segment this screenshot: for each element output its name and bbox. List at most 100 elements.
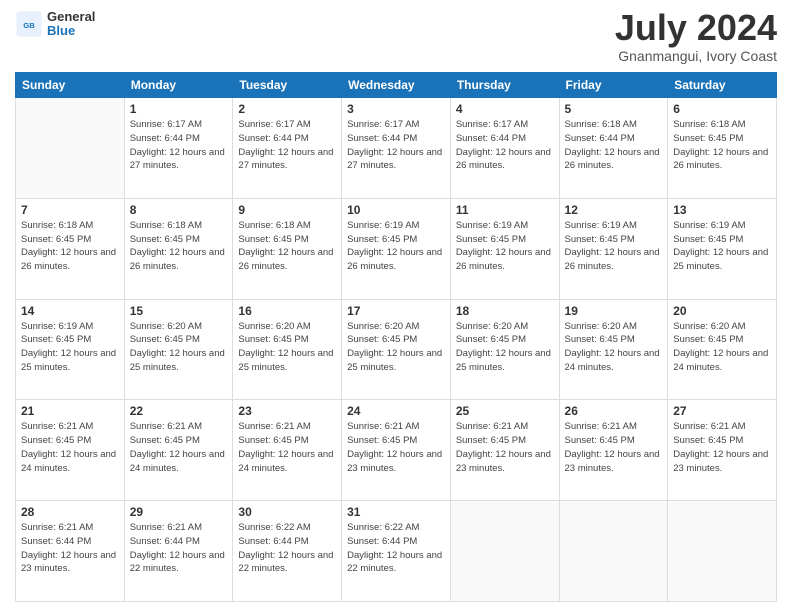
day-number: 1 [130, 102, 228, 116]
day-number: 21 [21, 404, 119, 418]
day-info: Sunrise: 6:21 AMSunset: 6:45 PMDaylight:… [565, 420, 663, 475]
calendar-cell: 12Sunrise: 6:19 AMSunset: 6:45 PMDayligh… [559, 198, 668, 299]
day-info: Sunrise: 6:19 AMSunset: 6:45 PMDaylight:… [456, 219, 554, 274]
day-number: 10 [347, 203, 445, 217]
day-info: Sunrise: 6:21 AMSunset: 6:45 PMDaylight:… [238, 420, 336, 475]
day-number: 7 [21, 203, 119, 217]
calendar-cell: 14 Sunrise: 6:19 AMSunset: 6:45 PMDayligh… [16, 299, 125, 400]
calendar-day-header: Thursday [450, 73, 559, 98]
day-info: Sunrise: 6:21 AMSunset: 6:44 PMDaylight:… [21, 521, 119, 576]
calendar-day-header: Monday [124, 73, 233, 98]
calendar-day-header: Sunday [16, 73, 125, 98]
calendar-cell: 20Sunrise: 6:20 AMSunset: 6:45 PMDayligh… [668, 299, 777, 400]
month-title: July 2024 [615, 10, 777, 46]
day-number: 9 [238, 203, 336, 217]
calendar-cell: 7 Sunrise: 6:18 AMSunset: 6:45 PMDaylight… [16, 198, 125, 299]
day-info: Sunrise: 6:18 AMSunset: 6:45 PMDaylight:… [130, 219, 228, 274]
day-number: 19 [565, 304, 663, 318]
day-number: 11 [456, 203, 554, 217]
calendar-cell: 23Sunrise: 6:21 AMSunset: 6:45 PMDayligh… [233, 400, 342, 501]
day-info: Sunrise: 6:18 AMSunset: 6:45 PMDaylight:… [238, 219, 336, 274]
page: GB General Blue July 2024 Gnanmangui, Iv… [0, 0, 792, 612]
day-info: Sunrise: 6:21 AMSunset: 6:45 PMDaylight:… [456, 420, 554, 475]
day-info: Sunrise: 6:21 AMSunset: 6:45 PMDaylight:… [347, 420, 445, 475]
day-number: 25 [456, 404, 554, 418]
day-number: 14 [21, 304, 119, 318]
day-number: 5 [565, 102, 663, 116]
day-number: 4 [456, 102, 554, 116]
calendar-day-header: Wednesday [342, 73, 451, 98]
day-number: 20 [673, 304, 771, 318]
day-number: 3 [347, 102, 445, 116]
logo-icon: GB [15, 10, 43, 38]
calendar-cell: 28Sunrise: 6:21 AMSunset: 6:44 PMDayligh… [16, 501, 125, 602]
calendar-cell: 13Sunrise: 6:19 AMSunset: 6:45 PMDayligh… [668, 198, 777, 299]
calendar-cell: 6Sunrise: 6:18 AMSunset: 6:45 PMDaylight… [668, 98, 777, 199]
day-info: Sunrise: 6:20 AMSunset: 6:45 PMDaylight:… [565, 320, 663, 375]
day-number: 30 [238, 505, 336, 519]
calendar-cell: 27 Sunrise: 6:21 AMSunset: 6:45 PMDayligh… [668, 400, 777, 501]
calendar-cell: 15Sunrise: 6:20 AMSunset: 6:45 PMDayligh… [124, 299, 233, 400]
logo-general: General [47, 10, 95, 24]
calendar-cell [16, 98, 125, 199]
calendar-cell: 4 Sunrise: 6:17 AMSunset: 6:44 PMDaylight… [450, 98, 559, 199]
calendar-day-header: Friday [559, 73, 668, 98]
day-number: 27 [673, 404, 771, 418]
calendar-day-header: Saturday [668, 73, 777, 98]
calendar-week-row: 28Sunrise: 6:21 AMSunset: 6:44 PMDayligh… [16, 501, 777, 602]
day-info: Sunrise: 6:17 AMSunset: 6:44 PMDaylight:… [130, 118, 228, 173]
calendar-cell [559, 501, 668, 602]
day-number: 6 [673, 102, 771, 116]
calendar-cell: 10 Sunrise: 6:19 AMSunset: 6:45 PMDayligh… [342, 198, 451, 299]
day-info: Sunrise: 6:19 AMSunset: 6:45 PMDaylight:… [565, 219, 663, 274]
calendar-cell: 30 Sunrise: 6:22 AMSunset: 6:44 PMDayligh… [233, 501, 342, 602]
calendar-cell: 9 Sunrise: 6:18 AMSunset: 6:45 PMDaylight… [233, 198, 342, 299]
day-number: 24 [347, 404, 445, 418]
calendar-cell: 5 Sunrise: 6:18 AMSunset: 6:44 PMDaylight… [559, 98, 668, 199]
day-info: Sunrise: 6:17 AMSunset: 6:44 PMDaylight:… [238, 118, 336, 173]
calendar-cell: 3Sunrise: 6:17 AMSunset: 6:44 PMDaylight… [342, 98, 451, 199]
calendar-header-row: SundayMondayTuesdayWednesdayThursdayFrid… [16, 73, 777, 98]
day-info: Sunrise: 6:17 AMSunset: 6:44 PMDaylight:… [456, 118, 554, 173]
day-info: Sunrise: 6:20 AMSunset: 6:45 PMDaylight:… [238, 320, 336, 375]
day-info: Sunrise: 6:19 AMSunset: 6:45 PMDaylight:… [347, 219, 445, 274]
calendar-cell: 17 Sunrise: 6:20 AMSunset: 6:45 PMDayligh… [342, 299, 451, 400]
calendar-cell: 25 Sunrise: 6:21 AMSunset: 6:45 PMDayligh… [450, 400, 559, 501]
day-info: Sunrise: 6:19 AMSunset: 6:45 PMDaylight:… [21, 320, 119, 375]
calendar-cell: 24 Sunrise: 6:21 AMSunset: 6:45 PMDayligh… [342, 400, 451, 501]
day-info: Sunrise: 6:20 AMSunset: 6:45 PMDaylight:… [456, 320, 554, 375]
calendar-cell: 31 Sunrise: 6:22 AMSunset: 6:44 PMDayligh… [342, 501, 451, 602]
calendar-table: SundayMondayTuesdayWednesdayThursdayFrid… [15, 72, 777, 602]
day-number: 31 [347, 505, 445, 519]
day-info: Sunrise: 6:19 AMSunset: 6:45 PMDaylight:… [673, 219, 771, 274]
title-section: July 2024 Gnanmangui, Ivory Coast [615, 10, 777, 64]
calendar-week-row: 14 Sunrise: 6:19 AMSunset: 6:45 PMDayligh… [16, 299, 777, 400]
day-info: Sunrise: 6:22 AMSunset: 6:44 PMDaylight:… [238, 521, 336, 576]
day-number: 17 [347, 304, 445, 318]
calendar-cell [450, 501, 559, 602]
calendar-week-row: 7 Sunrise: 6:18 AMSunset: 6:45 PMDaylight… [16, 198, 777, 299]
header: GB General Blue July 2024 Gnanmangui, Iv… [15, 10, 777, 64]
day-info: Sunrise: 6:21 AMSunset: 6:44 PMDaylight:… [130, 521, 228, 576]
day-info: Sunrise: 6:18 AMSunset: 6:44 PMDaylight:… [565, 118, 663, 173]
calendar-cell: 2Sunrise: 6:17 AMSunset: 6:44 PMDaylight… [233, 98, 342, 199]
calendar-cell [668, 501, 777, 602]
day-number: 18 [456, 304, 554, 318]
calendar-cell: 18 Sunrise: 6:20 AMSunset: 6:45 PMDayligh… [450, 299, 559, 400]
calendar-cell: 19 Sunrise: 6:20 AMSunset: 6:45 PMDayligh… [559, 299, 668, 400]
day-info: Sunrise: 6:22 AMSunset: 6:44 PMDaylight:… [347, 521, 445, 576]
day-number: 8 [130, 203, 228, 217]
logo-text: General Blue [47, 10, 95, 39]
calendar-cell: 8 Sunrise: 6:18 AMSunset: 6:45 PMDaylight… [124, 198, 233, 299]
calendar-cell: 26 Sunrise: 6:21 AMSunset: 6:45 PMDayligh… [559, 400, 668, 501]
calendar-week-row: 21 Sunrise: 6:21 AMSunset: 6:45 PMDayligh… [16, 400, 777, 501]
location-subtitle: Gnanmangui, Ivory Coast [615, 48, 777, 64]
day-info: Sunrise: 6:20 AMSunset: 6:45 PMDaylight:… [347, 320, 445, 375]
day-info: Sunrise: 6:21 AMSunset: 6:45 PMDaylight:… [21, 420, 119, 475]
day-number: 26 [565, 404, 663, 418]
logo-blue: Blue [47, 24, 95, 38]
day-info: Sunrise: 6:18 AMSunset: 6:45 PMDaylight:… [21, 219, 119, 274]
calendar-cell: 22Sunrise: 6:21 AMSunset: 6:45 PMDayligh… [124, 400, 233, 501]
day-number: 29 [130, 505, 228, 519]
day-info: Sunrise: 6:21 AMSunset: 6:45 PMDaylight:… [673, 420, 771, 475]
